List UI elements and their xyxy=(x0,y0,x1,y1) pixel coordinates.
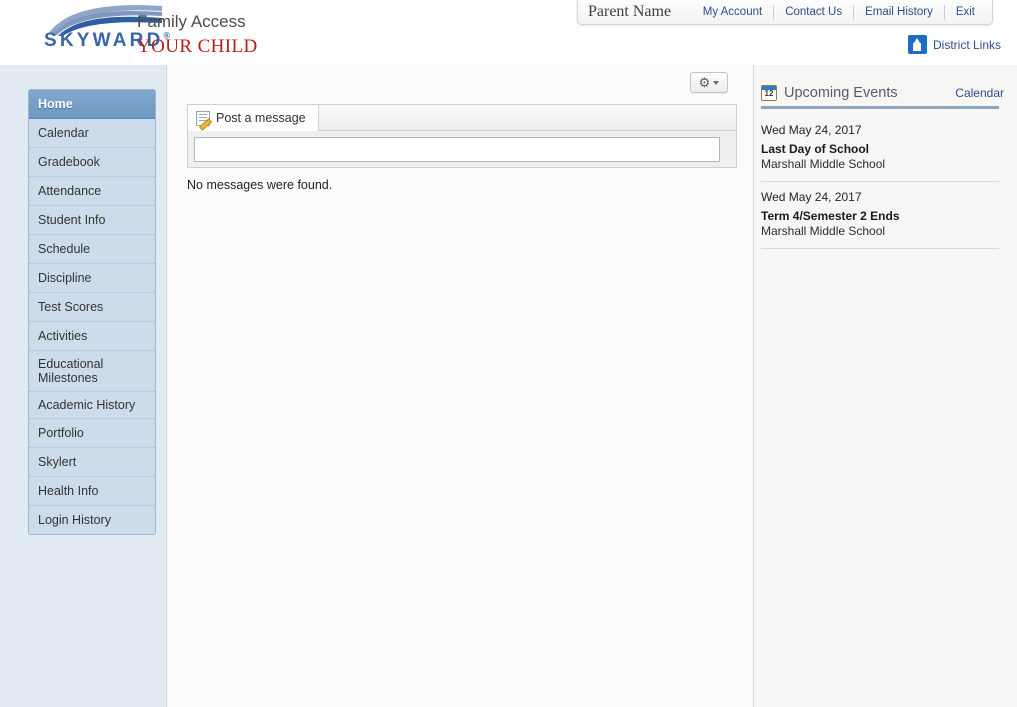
product-title: Family Access xyxy=(137,12,246,31)
school-building-icon xyxy=(907,35,927,54)
event-title: Last Day of School xyxy=(761,142,870,156)
student-name: YOUR CHILD xyxy=(137,36,258,57)
nav-link-email-history[interactable]: Email History xyxy=(854,4,944,21)
sidebar-item-schedule[interactable]: Schedule xyxy=(29,235,155,264)
sidebar-item-activities[interactable]: Activities xyxy=(29,322,155,351)
sidebar-item-skylert[interactable]: Skylert xyxy=(29,448,155,477)
panel-tabs: Post a message xyxy=(188,105,736,131)
sidebar: Home Calendar Gradebook Attendance Stude… xyxy=(0,65,167,707)
skyward-family-access-page: SKYWARD® Family Access YOUR CHILD Parent… xyxy=(0,0,1017,707)
upcoming-events-title: Upcoming Events xyxy=(784,85,898,101)
settings-button[interactable]: ⚙ xyxy=(690,72,728,93)
sidebar-menu: Home Calendar Gradebook Attendance Stude… xyxy=(28,89,156,535)
note-pencil-icon xyxy=(196,110,210,126)
upcoming-events-header: 12 Upcoming Events Calendar xyxy=(761,85,1004,101)
sidebar-item-health-info[interactable]: Health Info xyxy=(29,477,155,506)
chevron-down-icon xyxy=(713,80,720,85)
nav-link-exit[interactable]: Exit xyxy=(945,4,986,21)
message-input[interactable] xyxy=(194,137,720,162)
parent-name: Parent Name xyxy=(588,3,672,20)
list-item[interactable]: Wed May 24, 2017 Term 4/Semester 2 Ends … xyxy=(761,182,999,249)
main-content: ⚙ Post a message No messages were found. xyxy=(168,65,752,707)
event-title: Term 4/Semester 2 Ends xyxy=(761,209,900,223)
nav-link-contact-us[interactable]: Contact Us xyxy=(774,4,853,21)
post-message-panel: Post a message xyxy=(187,104,737,168)
district-links-button[interactable]: District Links xyxy=(907,35,1001,54)
events-list: Wed May 24, 2017 Last Day of School Mars… xyxy=(761,115,999,249)
sidebar-item-attendance[interactable]: Attendance xyxy=(29,177,155,206)
tab-post-a-message[interactable]: Post a message xyxy=(188,105,319,131)
event-date: Wed May 24, 2017 xyxy=(761,190,862,204)
page-header: SKYWARD® Family Access YOUR CHILD Parent… xyxy=(0,0,1017,65)
list-item[interactable]: Wed May 24, 2017 Last Day of School Mars… xyxy=(761,115,999,182)
sidebar-item-test-scores[interactable]: Test Scores xyxy=(29,293,155,322)
empty-state-text: No messages were found. xyxy=(187,178,333,192)
nav-link-my-account[interactable]: My Account xyxy=(692,4,773,21)
upcoming-events-panel: 12 Upcoming Events Calendar Wed May 24, … xyxy=(753,65,1017,707)
brand-logo[interactable]: SKYWARD® Family Access YOUR CHILD xyxy=(22,4,292,62)
sidebar-item-login-history[interactable]: Login History xyxy=(29,506,155,534)
sidebar-item-educational-milestones[interactable]: Educational Milestones xyxy=(29,351,155,392)
event-school: Marshall Middle School xyxy=(761,224,886,238)
district-links-label: District Links xyxy=(932,37,1001,52)
top-navigation-bar: Parent Name My Account Contact Us Email … xyxy=(577,0,993,25)
top-nav-links: My Account Contact Us Email History Exit xyxy=(692,4,986,21)
calendar-icon-day: 12 xyxy=(764,89,774,98)
sidebar-item-discipline[interactable]: Discipline xyxy=(29,264,155,293)
gear-icon: ⚙ xyxy=(698,75,711,90)
calendar-link[interactable]: Calendar xyxy=(955,86,1004,100)
tab-post-a-message-label: Post a message xyxy=(216,111,306,125)
sidebar-item-gradebook[interactable]: Gradebook xyxy=(29,148,155,177)
sidebar-item-portfolio[interactable]: Portfolio xyxy=(29,419,155,448)
sidebar-item-academic-history[interactable]: Academic History xyxy=(29,392,155,419)
event-date: Wed May 24, 2017 xyxy=(761,123,862,137)
sidebar-item-student-info[interactable]: Student Info xyxy=(29,206,155,235)
sidebar-item-calendar[interactable]: Calendar xyxy=(29,119,155,148)
event-school: Marshall Middle School xyxy=(761,157,886,171)
sidebar-item-home[interactable]: Home xyxy=(29,90,155,119)
calendar-icon: 12 xyxy=(761,85,777,101)
header-divider xyxy=(761,106,999,109)
